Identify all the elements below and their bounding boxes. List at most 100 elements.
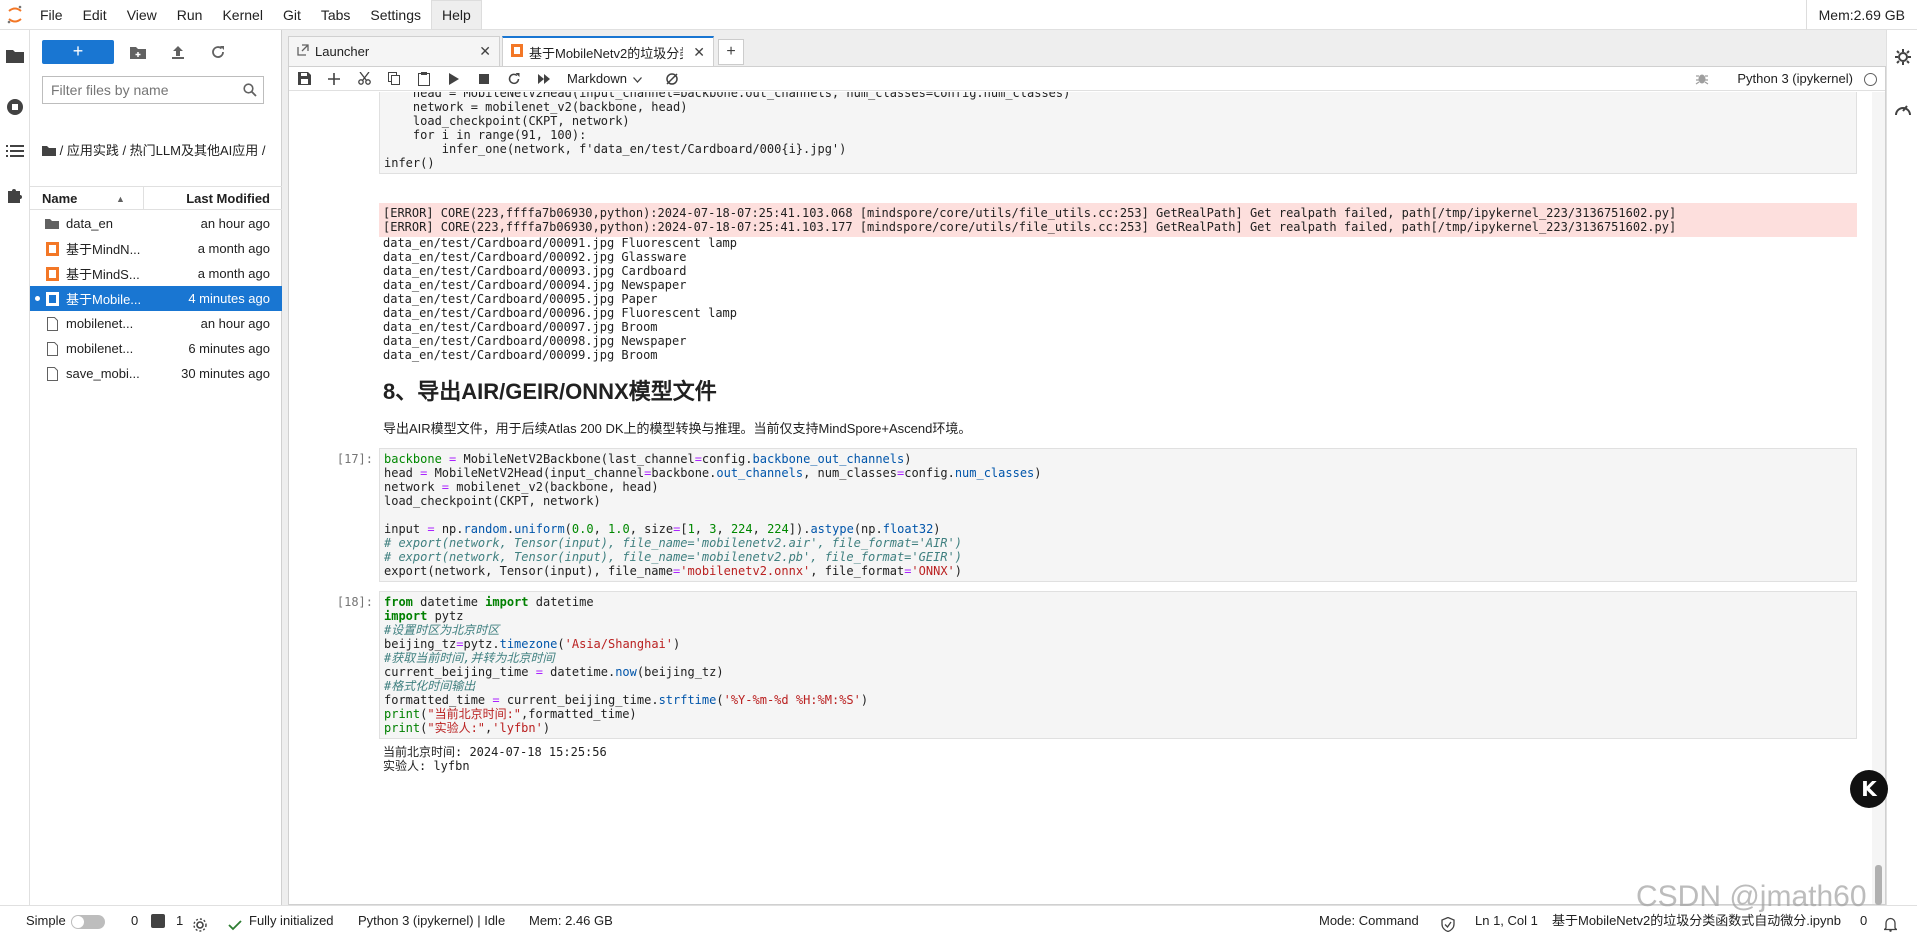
close-icon[interactable]: ✕ (693, 44, 705, 61)
table-of-contents-icon[interactable] (4, 140, 26, 162)
file-row[interactable]: data_en an hour ago (30, 211, 282, 236)
file-filter-input[interactable] (43, 77, 223, 103)
scrollbar-thumb[interactable] (1875, 865, 1882, 905)
simple-mode-label: Simple (26, 913, 66, 928)
kernel-name[interactable]: Python 3 (ipykernel) (1737, 67, 1853, 91)
code-cell-17[interactable]: [17]: backbone = MobileNetV2Backbone(las… (337, 448, 1857, 582)
tab-launcher[interactable]: Launcher ✕ (288, 36, 500, 66)
file-row[interactable]: mobilenet... an hour ago (30, 311, 282, 336)
menu-settings[interactable]: Settings (360, 0, 431, 30)
breadcrumb-path[interactable]: / 应用实践 / 热门LLM及其他AI应用 / (60, 143, 266, 158)
extensions-icon[interactable] (4, 184, 26, 206)
name-column-header[interactable]: Name ▲ (30, 187, 144, 209)
code-cell-18[interactable]: [18]: from datetime import datetime impo… (337, 591, 1857, 773)
debugger-icon[interactable] (1695, 71, 1709, 90)
modified-column-header[interactable]: Last Modified (144, 187, 282, 209)
shield-icon[interactable] (1441, 913, 1455, 935)
run-icon[interactable] (439, 67, 469, 91)
cell-output-stdout: 当前北京时间: 2024-07-18 15:25:56 实验人: lyfbn (383, 745, 607, 773)
file-name: 基于MindS... (66, 267, 140, 282)
code-editor[interactable]: backbone = MobileNetV2Backbone(last_chan… (379, 448, 1857, 582)
folder-icon (44, 216, 60, 232)
insert-cell-icon[interactable] (319, 67, 349, 91)
memory-indicator: Mem:2.69 GB (1805, 0, 1917, 30)
cell-type-dropdown[interactable]: Markdown (567, 71, 657, 86)
bell-icon[interactable] (1882, 913, 1899, 935)
menu-run[interactable]: Run (167, 0, 213, 30)
file-filter-field[interactable] (42, 76, 264, 104)
error-output: [ERROR] CORE(223,ffffa7b06930,python):20… (379, 203, 1857, 237)
stop-icon[interactable] (469, 67, 499, 91)
jupyterlab-window: File Edit View Run Kernel Git Tabs Setti… (0, 0, 1917, 935)
floating-assistant-button[interactable]: K (1850, 770, 1888, 808)
kernels-count[interactable]: 1 (176, 906, 183, 935)
toggle-knob (72, 916, 84, 928)
add-tab-button[interactable]: + (718, 39, 744, 65)
cursor-position[interactable]: Ln 1, Col 1 (1475, 906, 1538, 935)
file-modified: 6 minutes ago (188, 341, 270, 356)
file-row[interactable]: 基于MindS... a month ago (30, 261, 282, 286)
menu-edit[interactable]: Edit (73, 0, 117, 30)
left-activity-bar (0, 30, 30, 905)
file-name: 基于Mobile... (66, 292, 142, 307)
file-modified: 4 minutes ago (188, 291, 270, 306)
fast-forward-icon[interactable] (529, 67, 559, 91)
property-inspector-icon[interactable] (1892, 46, 1914, 68)
refresh-icon[interactable] (202, 40, 234, 64)
check-icon (228, 913, 242, 935)
copy-icon[interactable] (379, 67, 409, 91)
tab-notebook[interactable]: 基于MobileNetv2的垃圾分类 ✕ (502, 36, 714, 66)
upload-icon[interactable] (162, 40, 194, 64)
running-sessions-icon[interactable] (4, 96, 26, 118)
cell-type-label: Markdown (567, 71, 627, 86)
menu-view[interactable]: View (117, 0, 167, 30)
file-row[interactable]: 基于MindN... a month ago (30, 236, 282, 261)
terminals-count[interactable]: 0 (131, 906, 138, 935)
debugger-gauge-icon[interactable] (1892, 98, 1914, 120)
kernel-status[interactable]: Python 3 (ipykernel) | Idle (358, 906, 505, 935)
code-editor[interactable]: from datetime import datetime import pyt… (379, 591, 1857, 739)
notebook-icon (44, 266, 60, 282)
menu-kernel[interactable]: Kernel (212, 0, 272, 30)
cell-output-stderr: [ERROR] CORE(223,ffffa7b06930,python):20… (379, 203, 1857, 237)
close-icon[interactable]: ✕ (479, 43, 491, 60)
cut-icon[interactable] (349, 67, 379, 91)
restart-icon[interactable] (499, 67, 529, 91)
file-list: data_en an hour ago 基于MindN... a month a… (30, 211, 282, 386)
notebook-content[interactable]: head = MobileNetV2Head(input_channel=bac… (289, 92, 1885, 904)
folder-icon[interactable] (42, 145, 56, 156)
extension-status: Fully initialized (249, 913, 334, 928)
code-editor[interactable]: head = MobileNetV2Head(input_channel=bac… (379, 92, 1857, 174)
file-icon (44, 316, 60, 332)
new-folder-icon[interactable] (122, 40, 154, 64)
file-row-selected[interactable]: 基于Mobile... 4 minutes ago (30, 286, 282, 311)
menu-help[interactable]: Help (431, 0, 482, 30)
file-modified: a month ago (197, 266, 270, 281)
file-row[interactable]: mobilenet... 6 minutes ago (30, 336, 282, 361)
notification-count[interactable]: 0 (1860, 906, 1867, 935)
name-column-label: Name (42, 191, 78, 206)
folder-icon[interactable] (4, 44, 26, 66)
notebook-icon (44, 241, 60, 257)
menu-git[interactable]: Git (273, 0, 311, 30)
file-name: mobilenet... (66, 341, 134, 356)
kernel-status-icon (1864, 73, 1877, 86)
new-launcher-button[interactable]: + (42, 40, 114, 64)
simple-mode-toggle[interactable] (71, 915, 105, 929)
menu-tabs[interactable]: Tabs (311, 0, 361, 30)
file-modified: an hour ago (200, 216, 270, 231)
file-modified: 30 minutes ago (181, 366, 270, 381)
menu-file[interactable]: File (30, 0, 73, 30)
cell-output-stdout: data_en/test/Cardboard/00091.jpg Fluores… (379, 236, 1857, 362)
prediction-output: data_en/test/Cardboard/00091.jpg Fluores… (383, 236, 738, 362)
gear-icon[interactable] (193, 913, 207, 935)
notebook-panel: Markdown Python 3 (ipykernel) head = Mob… (288, 66, 1886, 905)
file-row[interactable]: save_mobi... 30 minutes ago (30, 361, 282, 386)
breadcrumb[interactable]: / 应用实践 / 热门LLM及其他AI应用 / (42, 142, 272, 160)
git-diff-icon[interactable] (657, 67, 687, 91)
file-name: mobilenet... (66, 316, 134, 331)
markdown-heading: 8、导出AIR/GEIR/ONNX模型文件 (383, 379, 717, 404)
save-icon[interactable] (289, 67, 319, 91)
paste-icon[interactable] (409, 67, 439, 91)
code-cell[interactable]: head = MobileNetV2Head(input_channel=bac… (379, 92, 1857, 174)
